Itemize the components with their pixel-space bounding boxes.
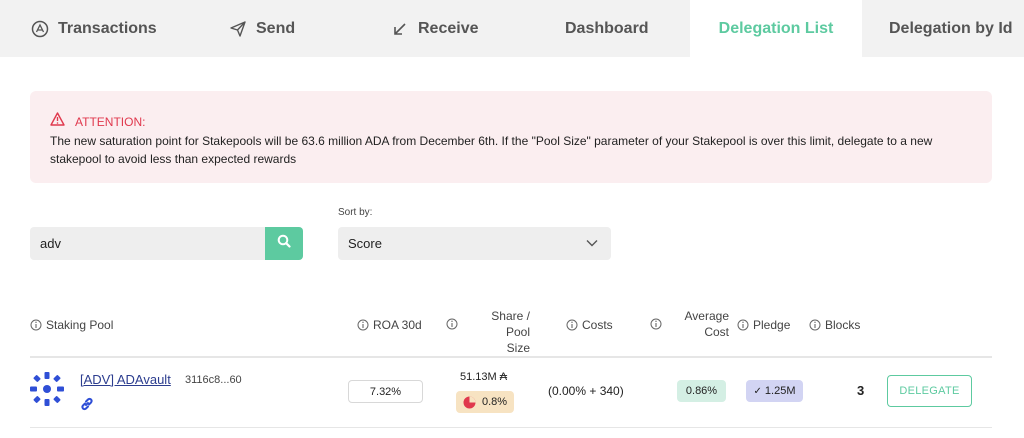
alert-title: ATTENTION: [75,114,146,129]
ada-coin-icon [30,19,50,39]
tab-send[interactable]: Send [228,0,295,57]
info-icon[interactable] [357,319,369,331]
pool-id: 3116c8...60 [185,374,242,386]
header-blocks[interactable]: Blocks [809,318,860,332]
tab-transactions[interactable]: Transactions [30,0,157,57]
tab-label: Transactions [58,19,157,37]
delegate-button[interactable]: DELEGATE [887,375,972,407]
header-label: Staking Pool [46,318,114,332]
search-button[interactable] [265,227,303,260]
share-badge: 0.8% [456,391,514,413]
tab-bar: Transactions Send Receive Dashboard Dele… [0,0,1024,57]
info-icon[interactable] [446,318,458,330]
header-roa[interactable]: ROA 30d [357,318,422,332]
roa-value: 7.32% [348,380,423,403]
header-avg-info[interactable] [650,318,666,330]
header-label: Pledge [753,318,791,332]
header-label: Costs [582,318,613,332]
info-icon[interactable] [809,319,821,331]
tab-label: Receive [418,19,479,37]
tab-label: Delegation by Id [889,19,1013,37]
header-label: Pool Size [505,325,530,355]
tab-delegation-by-id[interactable]: Delegation by Id [889,0,1013,57]
search-input[interactable] [30,227,266,260]
header-label: ROA 30d [373,318,422,332]
alert-header: ATTENTION: [50,112,145,131]
header-staking-pool[interactable]: Staking Pool [30,318,113,332]
header-average-cost[interactable]: Average Cost [680,308,729,340]
tab-label: Send [256,19,296,37]
header-label: Blocks [825,318,861,332]
tab-receive[interactable]: Receive [390,0,479,57]
sort-selected-value: Score [348,236,382,251]
pool-logo [28,370,66,408]
header-share-info[interactable] [446,318,462,330]
tab-delegation-list[interactable]: Delegation List [690,0,862,57]
link-icon[interactable] [80,397,94,416]
sort-label: Sort by: [338,207,373,218]
checkmark-icon: ✓ [753,385,762,397]
sort-select[interactable]: Score [338,227,611,260]
pool-name-link[interactable]: [ADV] ADAvault [80,372,171,387]
header-divider [30,356,992,358]
arrow-down-left-icon [390,19,410,39]
header-costs[interactable]: Costs [566,318,613,332]
header-label: Share / [491,309,530,323]
header-share-pool-size[interactable]: Share / Pool Size [480,308,530,356]
header-label: Cost [704,325,729,339]
attention-alert: ATTENTION: The new saturation point for … [30,91,992,183]
header-pledge[interactable]: Pledge [737,318,790,332]
header-label: Average [684,309,729,323]
average-cost-badge: 0.86% [677,380,726,402]
tab-dashboard[interactable]: Dashboard [565,0,649,57]
tab-label: Dashboard [565,19,649,37]
pledge-value: 1.25M [764,385,796,397]
blocks-value: 3 [857,383,865,398]
share-value: 0.8% [481,396,508,408]
info-icon[interactable] [650,318,662,330]
info-icon[interactable] [30,319,42,331]
row-divider [30,427,992,428]
costs-value: (0.00% + 340) [548,384,624,398]
pledge-badge: ✓ 1.25M [746,380,803,402]
chevron-down-icon [585,236,599,253]
tab-label: Delegation List [718,19,834,37]
pie-chart-icon [463,396,476,409]
search-icon [277,234,291,253]
paper-plane-icon [228,19,248,39]
warning-triangle-icon [50,112,65,131]
info-icon[interactable] [737,319,749,331]
info-icon[interactable] [566,319,578,331]
alert-body: The new saturation point for Stakepools … [50,134,933,166]
pool-size-value: 51.13M ₳ [460,371,508,383]
